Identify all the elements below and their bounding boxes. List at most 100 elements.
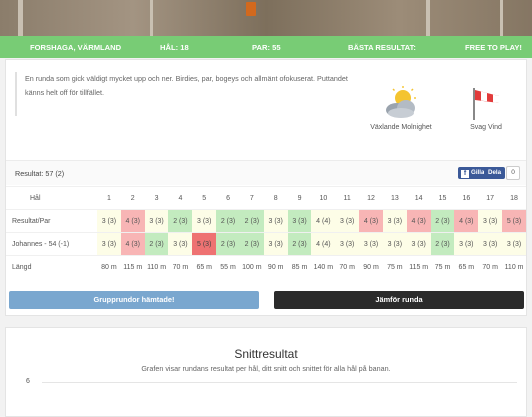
score-cell: 2 (3) (287, 232, 312, 256)
score-cell: 3 (3) (335, 232, 360, 256)
average-title: Snittresultat (234, 347, 298, 361)
score-cell: 3 (3) (454, 232, 479, 256)
average-result-card: Snittresultat Grafen visar rundans resul… (5, 327, 527, 417)
score-cell: 3 (3) (97, 209, 121, 233)
score-cell: 2 (3) (144, 232, 169, 256)
score-cell: 4 (3) (120, 232, 145, 256)
score-cell: 70 m (168, 255, 193, 278)
fee-label: FREE TO PLAY! (465, 43, 522, 52)
score-cell: 115 m (120, 255, 145, 278)
result-header: Resultat: 57 (2) f Gilla Dela 0 (6, 160, 526, 185)
facebook-icon: f (461, 170, 469, 178)
tree-trunk (426, 0, 430, 36)
chart-y-tick: 6 (26, 378, 30, 385)
hole-number-row: Hål 1 2 3 4 5 6 7 8 9 10 11 12 13 14 15 16 17 18 (6, 186, 526, 210)
score-cell: 3 (3) (144, 209, 169, 233)
average-subtitle: Grafen visar rundans resultat per hål, d… (141, 364, 391, 373)
score-cell: 80 m (97, 255, 121, 278)
tree-trunk (150, 0, 153, 36)
partly-cloudy-icon (386, 86, 416, 118)
score-cell: 90 m (359, 255, 383, 278)
score-cell: 55 m (216, 255, 240, 278)
hole-number: 3 (144, 186, 169, 210)
share-button[interactable]: Dela (484, 167, 506, 179)
score-cell: 3 (3) (406, 232, 431, 256)
hole-number: 9 (287, 186, 312, 210)
hole-number: 14 (406, 186, 431, 210)
compare-round-button[interactable]: Jämför runda (274, 291, 524, 309)
row-label: Johannes - 54 (-1) (6, 232, 97, 256)
score-cell: 2 (3) (239, 232, 264, 256)
weather-wind: Svag Vind (456, 86, 516, 131)
par-label: PAR: 55 (252, 43, 281, 52)
score-cell: 4 (4) (311, 232, 336, 256)
score-cell: 2 (3) (216, 209, 240, 233)
score-cell: 5 (3) (502, 209, 526, 233)
score-cell: 4 (4) (311, 209, 336, 233)
course-info-bar: FORSHAGA, VÄRMLAND HÅL: 18 PAR: 55 BÄSTA… (0, 36, 532, 58)
round-card: En runda som gick väldigt mycket upp och… (5, 59, 527, 316)
score-cell: 100 m (239, 255, 264, 278)
row-label: Resultat/Par (6, 209, 97, 233)
score-cell: 75 m (382, 255, 407, 278)
score-cell: 2 (3) (430, 209, 455, 233)
table-row: Johannes - 54 (-1) 3 (3) 4 (3) 2 (3) 3 (3) 5 … (6, 232, 526, 256)
hole-number: 13 (382, 186, 407, 210)
score-cell: 90 m (263, 255, 288, 278)
score-cell: 3 (3) (287, 209, 312, 233)
chart-gridline (42, 382, 517, 383)
score-cell: 4 (3) (359, 209, 383, 233)
score-cell: 5 (3) (192, 232, 217, 256)
score-cell: 3 (3) (382, 232, 407, 256)
windsock-icon (473, 88, 499, 120)
score-cell: 110 m (144, 255, 169, 278)
table-row: Längd 80 m 115 m 110 m 70 m 65 m 55 m 100 m 90 m… (6, 255, 526, 278)
weather-wind-label: Svag Vind (470, 124, 502, 131)
row-label: Längd (6, 255, 97, 278)
score-cell: 2 (3) (216, 232, 240, 256)
score-cell: 4 (3) (120, 209, 145, 233)
course-photo (0, 0, 532, 36)
hole-number: 16 (454, 186, 479, 210)
weather-sky: Växlande Molnighet (361, 86, 441, 131)
score-cell: 3 (3) (382, 209, 407, 233)
hole-number: 17 (478, 186, 503, 210)
location-label: FORSHAGA, VÄRMLAND (30, 43, 122, 52)
score-cell: 70 m (478, 255, 503, 278)
hole-number: 12 (359, 186, 383, 210)
score-cell: 140 m (311, 255, 336, 278)
scorecard-table: Hål 1 2 3 4 5 6 7 8 9 10 11 12 13 14 15 16 17 18 Resultat/P… (6, 186, 526, 278)
hole-number: 11 (335, 186, 360, 210)
weather-sky-label: Växlande Molnighet (370, 124, 432, 131)
hole-number: 10 (311, 186, 336, 210)
hole-number: 18 (502, 186, 526, 210)
score-cell: 115 m (406, 255, 431, 278)
hole-number: 4 (168, 186, 193, 210)
score-cell: 3 (3) (263, 232, 288, 256)
score-cell: 3 (3) (263, 209, 288, 233)
score-cell: 85 m (287, 255, 312, 278)
facebook-like-button[interactable]: f Gilla (458, 167, 488, 179)
score-cell: 3 (3) (478, 232, 503, 256)
hole-number: 15 (430, 186, 455, 210)
result-label: Resultat: 57 (2) (15, 169, 65, 178)
score-cell: 110 m (502, 255, 526, 278)
share-count: 0 (506, 166, 520, 180)
table-row: Resultat/Par 3 (3) 4 (3) 3 (3) 2 (3) 3 (3) 2 (… (6, 209, 526, 233)
basket-flag (246, 2, 256, 16)
score-cell: 2 (3) (239, 209, 264, 233)
score-cell: 3 (3) (335, 209, 360, 233)
score-cell: 3 (3) (97, 232, 121, 256)
score-cell: 3 (3) (478, 209, 503, 233)
score-cell: 2 (3) (430, 232, 455, 256)
round-description: En runda som gick väldigt mycket upp och… (15, 72, 351, 116)
score-cell: 65 m (454, 255, 479, 278)
hole-count-label: HÅL: 18 (160, 43, 189, 52)
hole-number: 6 (216, 186, 240, 210)
score-cell: 3 (3) (359, 232, 383, 256)
hole-header-label: Hål (6, 186, 97, 210)
group-rounds-button[interactable]: Grupprundor hämtade! (9, 291, 259, 309)
score-cell: 2 (3) (168, 209, 193, 233)
hole-number: 7 (239, 186, 264, 210)
score-cell: 3 (3) (192, 209, 217, 233)
